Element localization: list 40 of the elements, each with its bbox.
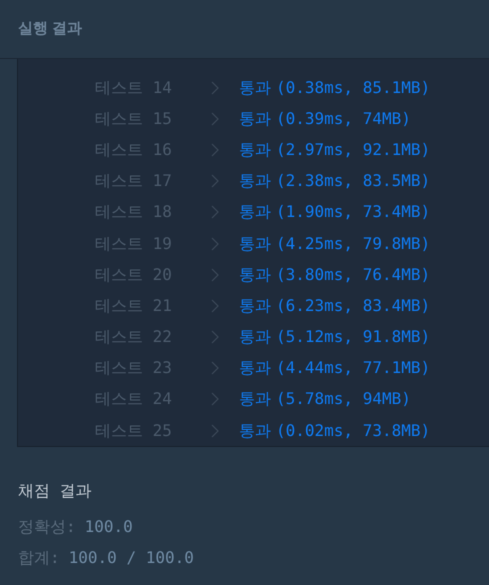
test-detail: (5.78ms, 94MB): [276, 388, 411, 410]
test-result: 통과: [239, 420, 271, 442]
chevron-icon: [211, 112, 219, 126]
test-result: 통과: [239, 388, 271, 410]
test-detail: (2.97ms, 92.1MB): [276, 138, 430, 161]
chevron-icon: [211, 424, 219, 438]
test-detail: (1.90ms, 73.4MB): [276, 201, 430, 224]
test-result: 통과: [239, 264, 271, 286]
chevron-icon: [211, 298, 219, 313]
test-result: 통과: [239, 170, 271, 192]
chevron-icon: [211, 361, 219, 376]
test-result: 통과: [239, 76, 271, 99]
test-detail: (4.25ms, 79.8MB): [276, 232, 430, 255]
test-detail: (4.44ms, 77.1MB): [276, 357, 430, 380]
test-detail: (0.38ms, 85.1MB): [276, 76, 430, 99]
test-result: 통과: [239, 326, 271, 348]
test-result: 통과: [239, 138, 271, 161]
section-title: 채점 결과: [18, 481, 92, 501]
panel-title: 실행 결과: [18, 18, 82, 39]
test-result: 통과: [239, 357, 271, 380]
test-result: 통과: [239, 201, 271, 224]
score-value: 100.0 / 100.0: [68, 548, 194, 568]
chevron-icon: [211, 392, 219, 406]
test-detail: (6.23ms, 83.4MB): [276, 294, 430, 317]
chevron-icon: [211, 142, 219, 157]
chevron-icon: [211, 205, 219, 220]
chevron-icon: [211, 80, 219, 95]
test-detail: (5.12ms, 91.8MB): [276, 326, 430, 348]
chevron-icon: [211, 174, 219, 188]
chevron-icon: [211, 330, 219, 344]
test-detail: (2.38ms, 83.5MB): [276, 170, 430, 192]
chevron-icon: [211, 268, 219, 282]
test-detail: (3.80ms, 76.4MB): [276, 264, 430, 286]
test-detail: (0.02ms, 73.8MB): [276, 420, 430, 442]
score-value: 100.0: [84, 517, 133, 537]
test-result: 통과: [239, 294, 271, 317]
test-detail: (0.39ms, 74MB): [276, 108, 411, 130]
test-result: 통과: [239, 232, 271, 255]
test-result: 통과: [239, 108, 271, 130]
chevron-icon: [211, 236, 219, 251]
